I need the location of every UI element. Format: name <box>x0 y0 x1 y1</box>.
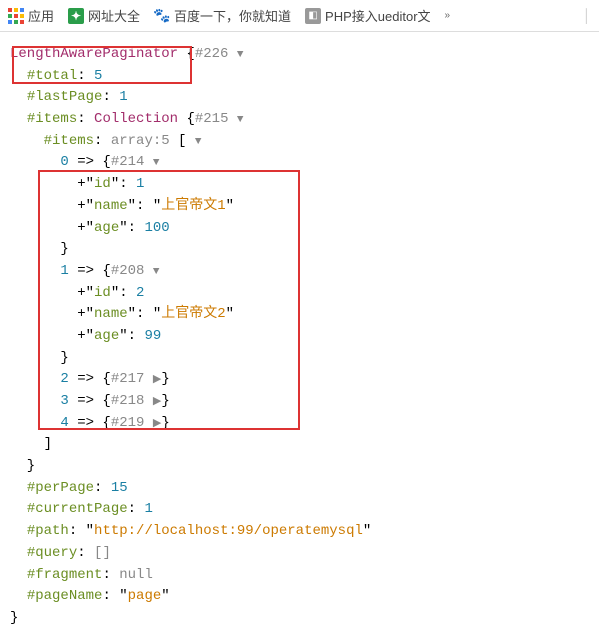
bookmark-item-2[interactable]: 🐾 百度一下，你就知道 <box>154 6 291 25</box>
separator-icon: │ <box>583 8 591 23</box>
dump-pre: LengthAwarePaginator {#226 ▼ #total: 5 #… <box>10 44 589 630</box>
bookmarks-menu[interactable]: │ <box>583 8 591 23</box>
bookmarks-overflow[interactable]: » <box>445 10 451 21</box>
chevron-right-icon: » <box>445 10 451 21</box>
bookmarks-bar: 应用 ✦ 网址大全 🐾 百度一下，你就知道 ◧ PHP接入ueditor文 » … <box>0 0 599 32</box>
bookmark-item-1[interactable]: ✦ 网址大全 <box>68 6 140 25</box>
php-icon: ◧ <box>305 8 321 24</box>
favicon-icon: ✦ <box>68 8 84 24</box>
bookmark-item-3[interactable]: ◧ PHP接入ueditor文 <box>305 6 430 25</box>
bookmark-label: 网址大全 <box>88 6 140 25</box>
bookmark-label: PHP接入ueditor文 <box>325 6 430 25</box>
apps-grid-icon <box>8 8 24 24</box>
var-dump-output: LengthAwarePaginator {#226 ▼ #total: 5 #… <box>0 32 599 642</box>
baidu-paw-icon: 🐾 <box>154 8 170 24</box>
bookmark-label: 百度一下，你就知道 <box>174 6 291 25</box>
apps-label: 应用 <box>28 6 54 25</box>
apps-button[interactable]: 应用 <box>8 6 54 25</box>
